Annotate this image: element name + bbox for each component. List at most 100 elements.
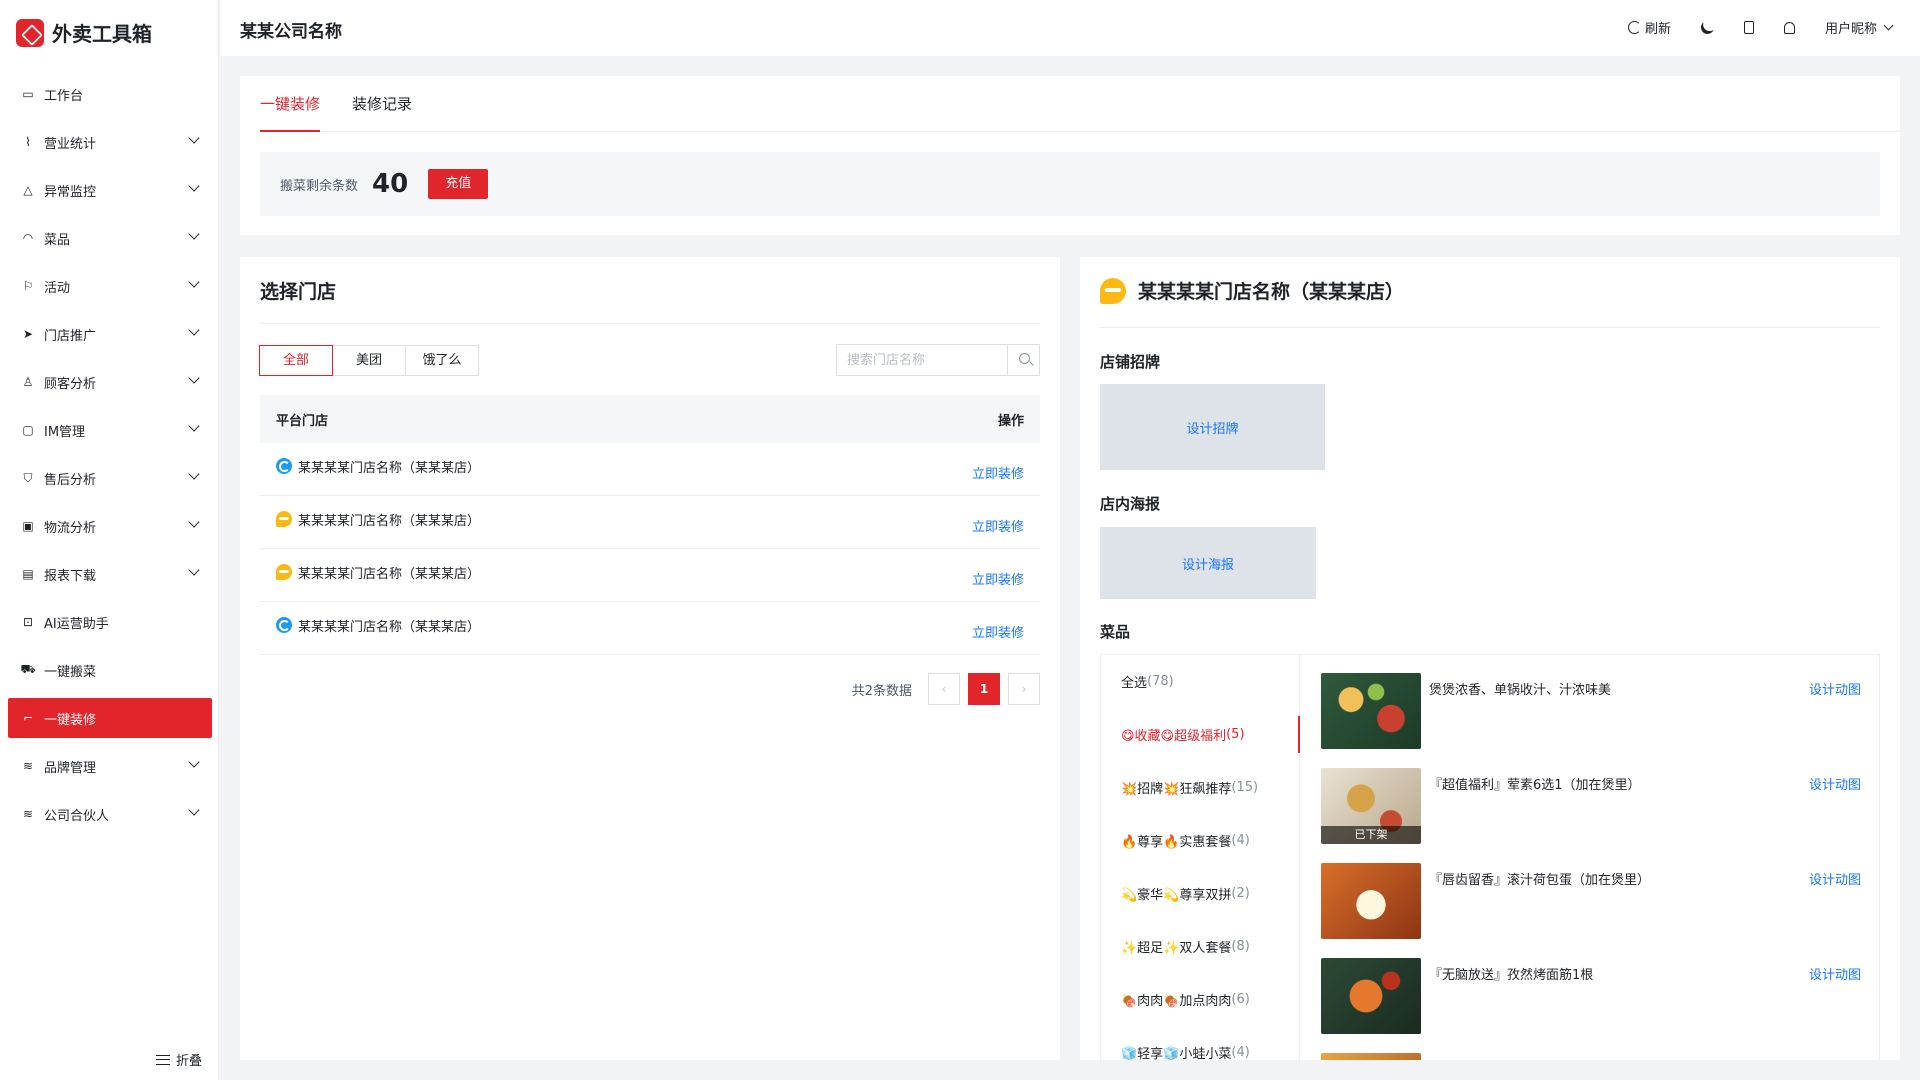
filter-all[interactable]: 全部 bbox=[259, 345, 333, 376]
sidebar-item-11[interactable]: ⊡ AI运营助手 bbox=[8, 602, 212, 642]
page-1-button[interactable]: 1 bbox=[968, 673, 1000, 705]
design-poster-button[interactable]: 设计海报 bbox=[1100, 527, 1316, 599]
sidebar-item-label: AI运营助手 bbox=[44, 616, 109, 632]
meituan-platform-icon bbox=[276, 617, 292, 633]
store-name: 某某某某门店名称（某某某店） bbox=[298, 619, 481, 635]
tab-bar: 一键装修 装修记录 bbox=[260, 76, 1900, 132]
store-detail-card: 某某某某门店名称（某某某店） 店铺招牌 设计招牌 店内海报 设计海报 菜品 全选… bbox=[1080, 257, 1900, 1060]
dish-image: 已下架 bbox=[1321, 768, 1421, 844]
dish-name: 煲煲浓香、单锅收汁、汁浓味美 bbox=[1429, 683, 1612, 698]
category-count: (78) bbox=[1147, 674, 1174, 689]
chevron-down-icon bbox=[188, 804, 200, 816]
chevron-down-icon bbox=[188, 420, 200, 432]
sidebar-item-12[interactable]: ⛟ 一键搬菜 bbox=[8, 650, 212, 690]
sidebar-item-label: IM管理 bbox=[44, 424, 86, 440]
filter-eleme[interactable]: 饿了么 bbox=[405, 345, 479, 376]
sidebar-item-label: 菜品 bbox=[44, 232, 71, 248]
decorate-now-link[interactable]: 立即装修 bbox=[972, 569, 1024, 588]
category-count: (4) bbox=[1231, 1045, 1250, 1060]
dish-image bbox=[1321, 863, 1421, 939]
store-cell: 某某某某门店名称（某某某店） bbox=[276, 616, 480, 635]
chevron-down-icon bbox=[188, 516, 200, 528]
dish-list: 煲煲浓香、单锅收汁、汁浓味美 设计动图 已下架 『超值福利』荤素6选1（加在煲里） 设计… bbox=[1301, 655, 1879, 1060]
sidebar-item-1[interactable]: ⌇ 营业统计 bbox=[8, 122, 212, 162]
off-shelf-badge: 已下架 bbox=[1321, 826, 1421, 844]
filter-meituan[interactable]: 美团 bbox=[332, 345, 406, 376]
dish-category-item[interactable]: 💥招牌💥狂飙推荐 (15) bbox=[1101, 761, 1299, 814]
sidebar: 外卖工具箱 ▭ 工作台 ⌇ 营业统计 △ 异常监控 ◠ 菜品 ⚐ 活动 ➤ 门店推广 ♙ 顾客分析 ▢ IM管… bbox=[0, 0, 219, 1080]
design-animation-link[interactable]: 设计动图 bbox=[1809, 964, 1861, 983]
notifications-button[interactable] bbox=[1783, 21, 1795, 34]
truck-icon: ▣ bbox=[22, 519, 34, 533]
decorate-now-link[interactable]: 立即装修 bbox=[972, 516, 1024, 535]
report-icon: ▤ bbox=[22, 567, 34, 581]
category-label: 💫豪华💫尊享双拼 bbox=[1121, 888, 1232, 903]
sidebar-item-6[interactable]: ♙ 顾客分析 bbox=[8, 362, 212, 402]
company-name: 某某公司名称 bbox=[240, 22, 342, 42]
design-signboard-button[interactable]: 设计招牌 bbox=[1100, 384, 1325, 470]
recharge-button[interactable]: 充值 bbox=[428, 169, 489, 199]
sidebar-item-0[interactable]: ▭ 工作台 bbox=[8, 74, 212, 114]
next-page-button[interactable]: › bbox=[1008, 673, 1040, 705]
quota-value: 40 bbox=[372, 169, 409, 199]
user-menu[interactable]: 用户昵称 bbox=[1825, 18, 1894, 37]
sidebar-nav: ▭ 工作台 ⌇ 营业统计 △ 异常监控 ◠ 菜品 ⚐ 活动 ➤ 门店推广 ♙ 顾客分析 ▢ IM管理 ⛉ 售后分析… bbox=[8, 74, 212, 842]
sidebar-item-13[interactable]: ⌐ 一键装修 bbox=[8, 698, 212, 738]
flag-icon: ⚐ bbox=[22, 279, 34, 293]
sidebar-item-2[interactable]: △ 异常监控 bbox=[8, 170, 212, 210]
sidebar-item-label: 门店推广 bbox=[44, 328, 97, 344]
tab-one-click-decoration[interactable]: 一键装修 bbox=[260, 76, 321, 132]
sidebar-item-10[interactable]: ▤ 报表下载 bbox=[8, 554, 212, 594]
docs-button[interactable] bbox=[1743, 21, 1754, 34]
sidebar-item-7[interactable]: ▢ IM管理 bbox=[8, 410, 212, 450]
design-animation-link[interactable]: 设计动图 bbox=[1809, 869, 1861, 888]
category-count: (5) bbox=[1226, 727, 1245, 742]
tab-decoration-history[interactable]: 装修记录 bbox=[352, 76, 412, 132]
refresh-button[interactable]: 刷新 bbox=[1627, 18, 1671, 37]
dish-category-item[interactable]: 全选 (78) bbox=[1101, 655, 1299, 708]
sidebar-item-label: 一键装修 bbox=[44, 712, 97, 728]
design-animation-link[interactable]: 设计动图 bbox=[1809, 679, 1861, 698]
prev-page-button[interactable]: ‹ bbox=[928, 673, 960, 705]
chevron-down-icon bbox=[188, 228, 200, 240]
menu-fold-icon bbox=[156, 1054, 170, 1065]
decorate-now-link[interactable]: 立即装修 bbox=[972, 463, 1024, 482]
design-animation-link[interactable]: 设计动图 bbox=[1809, 1059, 1861, 1060]
collapse-button[interactable]: 折叠 bbox=[156, 1050, 202, 1069]
sidebar-item-4[interactable]: ⚐ 活动 bbox=[8, 266, 212, 306]
platform-filter: 全部 美团 饿了么 bbox=[259, 345, 479, 376]
header-actions: 刷新 用户昵称 bbox=[1598, 18, 1894, 37]
store-name: 某某某某门店名称（某某某店） bbox=[298, 460, 481, 476]
dish-category-item[interactable]: 🔥尊享🔥实惠套餐 (4) bbox=[1101, 814, 1299, 867]
store-search-input[interactable] bbox=[837, 345, 1007, 375]
dish-name: 『无脑放送』孜然烤面筋1根 bbox=[1429, 968, 1594, 983]
selected-store-name: 某某某某门店名称（某某某店） bbox=[1138, 281, 1405, 303]
sidebar-item-15[interactable]: ≋ 公司合伙人 bbox=[8, 794, 212, 834]
table-row: 某某某某门店名称（某某某店） 立即装修 bbox=[260, 602, 1040, 655]
search-icon[interactable] bbox=[1007, 345, 1039, 375]
app-logo[interactable]: 外卖工具箱 bbox=[16, 18, 152, 47]
category-count: (2) bbox=[1231, 886, 1250, 901]
chart-icon: ⌇ bbox=[25, 135, 31, 149]
sidebar-item-9[interactable]: ▣ 物流分析 bbox=[8, 506, 212, 546]
dish-category-item[interactable]: 🧊轻享🧊小蛙小菜 (4) bbox=[1101, 1026, 1299, 1060]
sidebar-item-label: 营业统计 bbox=[44, 136, 97, 152]
dish-category-item[interactable]: 💫豪华💫尊享双拼 (2) bbox=[1101, 867, 1299, 920]
dish-category-item[interactable]: 😋收藏😋超级福利 (5) bbox=[1101, 708, 1300, 761]
decorate-now-link[interactable]: 立即装修 bbox=[972, 622, 1024, 641]
app-title: 外卖工具箱 bbox=[52, 22, 152, 46]
category-label: 💥招牌💥狂飙推荐 bbox=[1121, 782, 1232, 797]
sidebar-item-5[interactable]: ➤ 门店推广 bbox=[8, 314, 212, 354]
sidebar-item-3[interactable]: ◠ 菜品 bbox=[8, 218, 212, 258]
design-animation-link[interactable]: 设计动图 bbox=[1809, 774, 1861, 793]
sidebar-item-8[interactable]: ⛉ 售后分析 bbox=[8, 458, 212, 498]
sidebar-item-label: 报表下载 bbox=[44, 568, 97, 584]
theme-toggle[interactable] bbox=[1701, 21, 1714, 34]
dish-category-item[interactable]: ✨超足✨双人套餐 (8) bbox=[1101, 920, 1299, 973]
signboard-section-title: 店铺招牌 bbox=[1100, 353, 1161, 371]
sidebar-item-14[interactable]: ≋ 品牌管理 bbox=[8, 746, 212, 786]
dish-category-item[interactable]: 🍖肉肉🍖加点肉肉 (6) bbox=[1101, 973, 1299, 1026]
chevron-down-icon bbox=[188, 468, 200, 480]
sidebar-item-label: 品牌管理 bbox=[44, 760, 97, 776]
chevron-down-icon bbox=[188, 564, 200, 576]
